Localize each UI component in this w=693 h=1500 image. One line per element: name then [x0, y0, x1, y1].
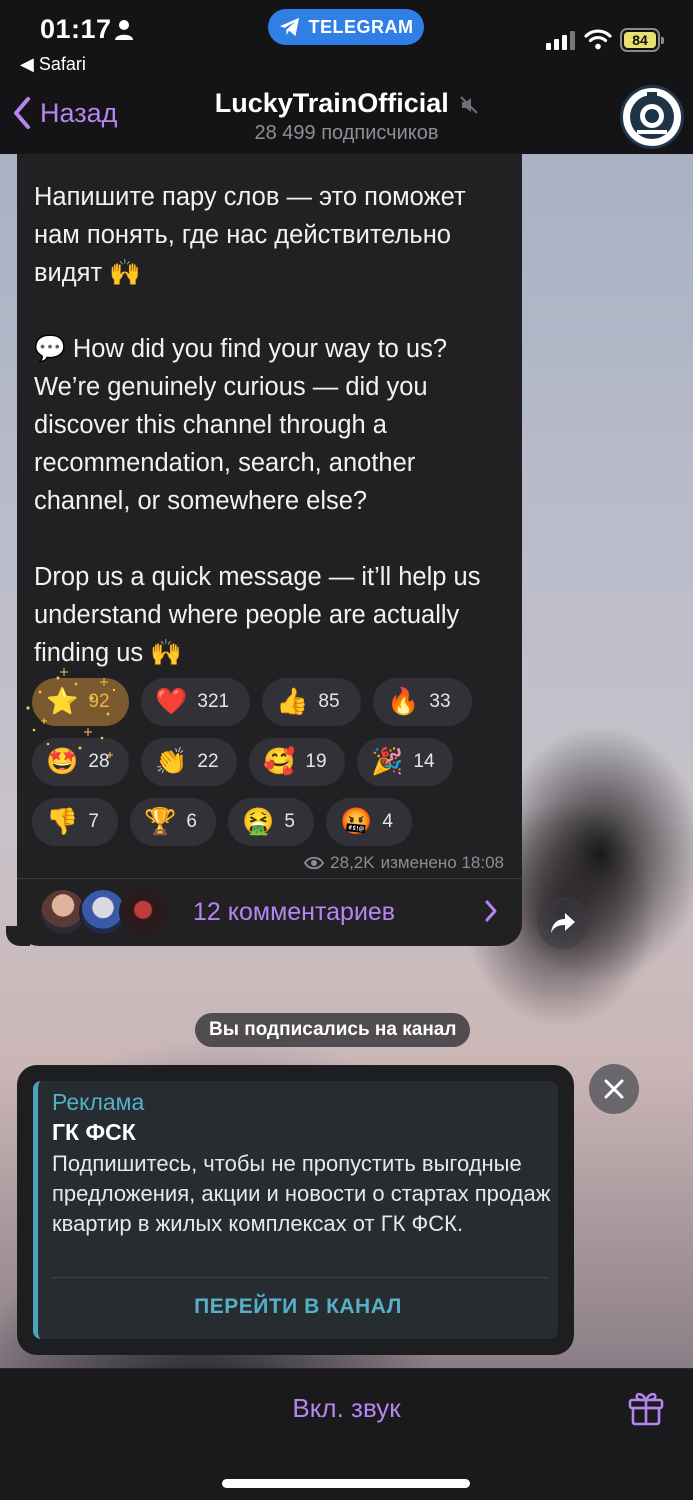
subscriber-count: 28 499 подписчиков: [254, 122, 439, 144]
gift-icon[interactable]: [626, 1387, 666, 1427]
reactions-row: 🤩 28 👏 22 🥰 19 🎉 14: [32, 738, 512, 786]
cursing-face-icon: 🤬: [340, 807, 373, 837]
reaction-trophy[interactable]: 🏆 6: [130, 798, 216, 846]
channel-avatar[interactable]: [620, 85, 684, 149]
reactions-row: 👎 7 🏆 6 🤮 5 🤬 4: [32, 798, 512, 846]
star-icon: ⭐: [46, 687, 79, 717]
reaction-party[interactable]: 🎉 14: [357, 738, 453, 786]
divider: [52, 1277, 548, 1278]
reaction-count: 19: [305, 751, 327, 772]
reaction-thumbs-up[interactable]: 👍 85: [262, 678, 361, 726]
reaction-count: 321: [197, 691, 230, 712]
ad-label: Реклама: [52, 1089, 145, 1115]
edited-time: изменено 18:08: [380, 853, 504, 872]
reaction-vomit[interactable]: 🤮 5: [228, 798, 314, 846]
view-count: 28,2K: [330, 853, 375, 872]
fire-icon: 🔥: [387, 687, 420, 717]
unmute-button[interactable]: Вкл. звук: [0, 1393, 693, 1424]
chat-header: Назад LuckyTrainOfficial 28 499 подписчи…: [0, 82, 693, 154]
reaction-smiling-hearts[interactable]: 🥰 19: [249, 738, 345, 786]
home-indicator[interactable]: [222, 1479, 470, 1488]
comments-label: 12 комментариев: [193, 898, 396, 926]
trophy-icon: 🏆: [144, 807, 177, 837]
ad-body: Подпишитесь, чтобы не пропустить выгодны…: [52, 1151, 551, 1236]
reaction-count: 85: [318, 691, 340, 712]
reaction-count: 6: [186, 811, 197, 832]
star-struck-icon: 🤩: [46, 747, 79, 777]
channel-post[interactable]: Напишите пару слов — это поможет нам пон…: [17, 154, 522, 946]
sponsored-message[interactable]: Реклама ГК ФСК Подпишитесь, чтобы не про…: [17, 1065, 574, 1355]
reaction-fire[interactable]: 🔥 33: [373, 678, 472, 726]
status-bar: 01:17 ◀ Safari TELEGRAM 84: [0, 0, 693, 82]
channel-name: LuckyTrainOfficial: [214, 88, 449, 118]
close-icon: [604, 1079, 624, 1099]
post-text: Напишите пару слов — это поможет нам пон…: [34, 183, 481, 667]
comments-button[interactable]: 12 комментариев: [17, 879, 522, 946]
reaction-heart[interactable]: ❤️ 321: [141, 678, 250, 726]
wifi-icon: [584, 29, 612, 50]
reaction-star-struck[interactable]: 🤩 28: [32, 738, 129, 786]
reaction-thumbs-down[interactable]: 👎 7: [32, 798, 118, 846]
avatar: [119, 887, 167, 936]
reaction-count: 4: [382, 811, 393, 832]
heart-icon: ❤️: [155, 687, 188, 717]
reaction-count: 28: [88, 751, 110, 772]
commenter-avatars: [39, 887, 179, 938]
status-time: 01:17: [40, 14, 112, 44]
telegram-icon: [279, 17, 299, 37]
share-arrow-icon: [551, 913, 575, 933]
telegram-pill-label: TELEGRAM: [308, 16, 414, 37]
post-meta: 28,2K изменено 18:08: [304, 853, 504, 873]
thumbs-up-icon: 👍: [276, 687, 309, 717]
clapping-icon: 👏: [155, 747, 188, 777]
subscribed-notice: Вы подписались на канал: [195, 1013, 471, 1047]
reaction-clap[interactable]: 👏 22: [141, 738, 237, 786]
reactions-row: ⭐ 92 ❤️ 321 👍 85 🔥 33: [32, 678, 512, 726]
battery-icon: 84: [620, 28, 664, 52]
reaction-count: 22: [197, 751, 219, 772]
person-icon: [115, 20, 133, 40]
reaction-count: 33: [429, 691, 451, 712]
reactions: ⭐ 92 ❤️ 321 👍 85 🔥 33 🤩 28 👏 22 🥰 19 🎉 1…: [26, 668, 512, 858]
thumbs-down-icon: 👎: [46, 807, 79, 837]
reaction-count: 7: [88, 811, 99, 832]
reaction-count: 5: [284, 811, 295, 832]
reaction-star[interactable]: ⭐ 92: [32, 678, 129, 726]
party-popper-icon: 🎉: [371, 747, 404, 777]
smiling-hearts-icon: 🥰: [263, 747, 296, 777]
channel-title[interactable]: LuckyTrainOfficial: [0, 88, 693, 119]
reaction-count: 14: [413, 751, 435, 772]
telegram-pill[interactable]: TELEGRAM: [268, 9, 424, 45]
share-button[interactable]: [537, 897, 589, 949]
go-to-channel-button[interactable]: ПЕРЕЙТИ В КАНАЛ: [38, 1295, 558, 1319]
signal-icon: [546, 30, 575, 50]
battery-level: 84: [624, 32, 656, 48]
ad-title: ГК ФСК: [52, 1119, 136, 1145]
vomiting-face-icon: 🤮: [242, 807, 275, 837]
train-logo-icon: [625, 90, 679, 144]
close-ad-button[interactable]: [589, 1064, 639, 1114]
bottom-bar: Вкл. звук: [0, 1368, 693, 1500]
eye-icon: [304, 856, 325, 870]
ad-content[interactable]: Реклама ГК ФСК Подпишитесь, чтобы не про…: [33, 1081, 558, 1339]
reaction-count: 92: [88, 691, 110, 712]
chevron-right-icon: [485, 900, 497, 922]
back-to-safari[interactable]: ◀ Safari: [20, 54, 86, 75]
muted-icon: [460, 96, 479, 114]
reaction-cursing[interactable]: 🤬 4: [326, 798, 412, 846]
